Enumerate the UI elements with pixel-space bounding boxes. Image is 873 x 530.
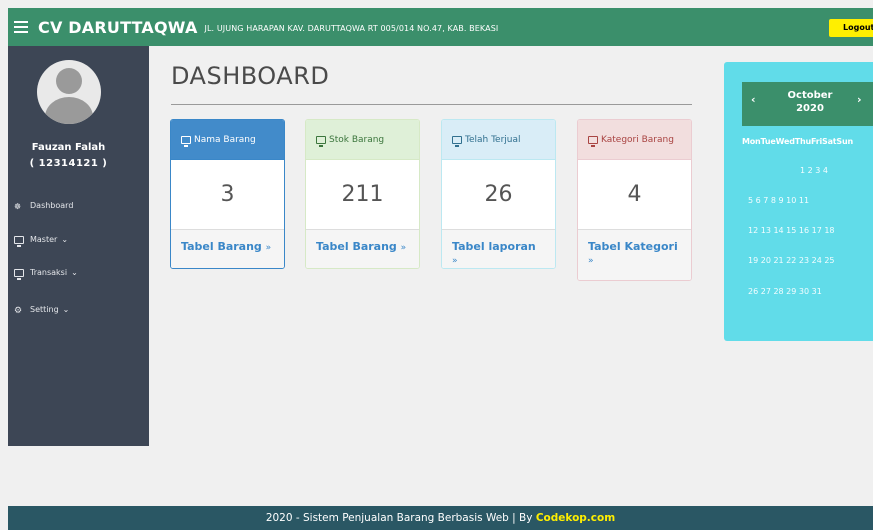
user-id: ( 12314121 ) <box>29 158 108 169</box>
calendar-weekdays: MonTueWedThuFriSatSun <box>742 137 853 146</box>
sidebar-item-label: Master <box>30 235 58 244</box>
sidebar-spacer <box>8 446 149 506</box>
monitor-icon <box>316 135 326 147</box>
hamburger-menu-icon[interactable] <box>14 21 28 33</box>
double-chevron-right-icon: » <box>588 256 594 266</box>
calendar-week-row[interactable]: 1 2 3 4 <box>800 166 828 175</box>
double-chevron-right-icon: » <box>265 243 272 253</box>
calendar-year: 2020 <box>796 103 824 114</box>
card-link[interactable]: Tabel Kategori » <box>578 229 691 280</box>
avatar-head-shape <box>56 68 82 94</box>
card-title: Nama Barang <box>194 134 256 145</box>
card-header: Telah Terjual <box>442 120 555 160</box>
monitor-icon <box>452 135 462 147</box>
sidebar: Fauzan Falah ( 12314121 ) ☸ Dashboard Ma… <box>8 46 149 446</box>
sidebar-item-dashboard[interactable]: ☸ Dashboard <box>14 201 74 211</box>
sidebar-item-setting[interactable]: ⚙ Setting ⌄ <box>14 305 70 316</box>
dashboard-icon: ☸ <box>14 201 22 211</box>
card-link-label[interactable]: Tabel Kategori <box>588 240 678 253</box>
card-title: Stok Barang <box>329 134 385 145</box>
double-chevron-right-icon: » <box>400 243 407 253</box>
calendar-week-row[interactable]: 26 27 28 29 30 31 <box>748 287 822 296</box>
monitor-icon <box>588 135 598 147</box>
card-link-label[interactable]: Tabel Barang <box>316 240 397 253</box>
card-link[interactable]: Tabel laporan » <box>442 229 555 268</box>
card-title: Telah Terjual <box>465 134 521 145</box>
title-divider <box>171 104 692 105</box>
card-title: Kategori Barang <box>601 134 674 145</box>
card-link-label[interactable]: Tabel laporan <box>452 240 536 253</box>
card-nama-barang: Nama Barang 3 Tabel Barang » <box>170 119 285 269</box>
card-header: Kategori Barang <box>578 120 691 160</box>
calendar-header: ‹ October 2020 › <box>742 82 873 126</box>
sidebar-item-label: Dashboard <box>30 201 74 210</box>
chevron-left-icon[interactable]: ‹ <box>751 93 756 106</box>
card-stok-barang: Stok Barang 211 Tabel Barang » <box>305 119 420 269</box>
logout-button[interactable]: Logout <box>829 19 873 37</box>
footer: 2020 - Sistem Penjualan Barang Berbasis … <box>8 506 873 530</box>
avatar-body-shape <box>45 97 93 124</box>
chevron-down-icon: ⌄ <box>62 305 70 314</box>
sidebar-item-label: Transaksi <box>30 268 68 277</box>
calendar-week-row[interactable]: 12 13 14 15 16 17 18 <box>748 226 835 235</box>
calendar-month-title: October 2020 <box>782 89 838 115</box>
page-title: DASHBOARD <box>171 62 330 90</box>
sidebar-item-master[interactable]: Master ⌄ <box>14 235 69 247</box>
brand-name[interactable]: CV DARUTTAQWA <box>38 18 198 37</box>
chevron-right-icon[interactable]: › <box>857 93 862 106</box>
card-value: 211 <box>341 182 384 207</box>
user-name: Fauzan Falah <box>31 142 106 153</box>
sidebar-item-transaksi[interactable]: Transaksi ⌄ <box>14 268 78 280</box>
monitor-icon <box>14 235 24 247</box>
card-header: Nama Barang <box>171 120 284 160</box>
calendar-widget: ‹ October 2020 › MonTueWedThuFriSatSun 1… <box>724 62 873 341</box>
double-chevron-right-icon: » <box>452 256 458 266</box>
monitor-icon <box>14 268 24 280</box>
card-value: 26 <box>484 182 513 207</box>
card-kategori-barang: Kategori Barang 4 Tabel Kategori » <box>577 119 692 281</box>
card-link[interactable]: Tabel Barang » <box>171 229 284 268</box>
monitor-icon <box>181 135 191 147</box>
card-header: Stok Barang <box>306 120 419 160</box>
gear-icon: ⚙ <box>14 305 23 316</box>
card-value: 4 <box>627 182 642 207</box>
company-address: JL. UJUNG HARAPAN KAV. DARUTTAQWA RT 005… <box>204 24 499 33</box>
footer-link[interactable]: Codekop.com <box>536 512 615 524</box>
calendar-month: October <box>787 90 833 101</box>
card-value: 3 <box>220 182 235 207</box>
sidebar-item-label: Setting <box>30 305 59 314</box>
card-telah-terjual: Telah Terjual 26 Tabel laporan » <box>441 119 556 269</box>
card-link-label[interactable]: Tabel Barang <box>181 240 262 253</box>
chevron-down-icon: ⌄ <box>61 235 69 244</box>
calendar-week-row[interactable]: 5 6 7 8 9 10 11 <box>748 196 809 205</box>
top-header: CV DARUTTAQWA JL. UJUNG HARAPAN KAV. DAR… <box>8 8 873 46</box>
calendar-week-row[interactable]: 19 20 21 22 23 24 25 <box>748 256 835 265</box>
chevron-down-icon: ⌄ <box>71 268 78 277</box>
avatar <box>37 60 101 124</box>
footer-text: 2020 - Sistem Penjualan Barang Berbasis … <box>265 512 536 524</box>
card-link[interactable]: Tabel Barang » <box>306 229 419 268</box>
